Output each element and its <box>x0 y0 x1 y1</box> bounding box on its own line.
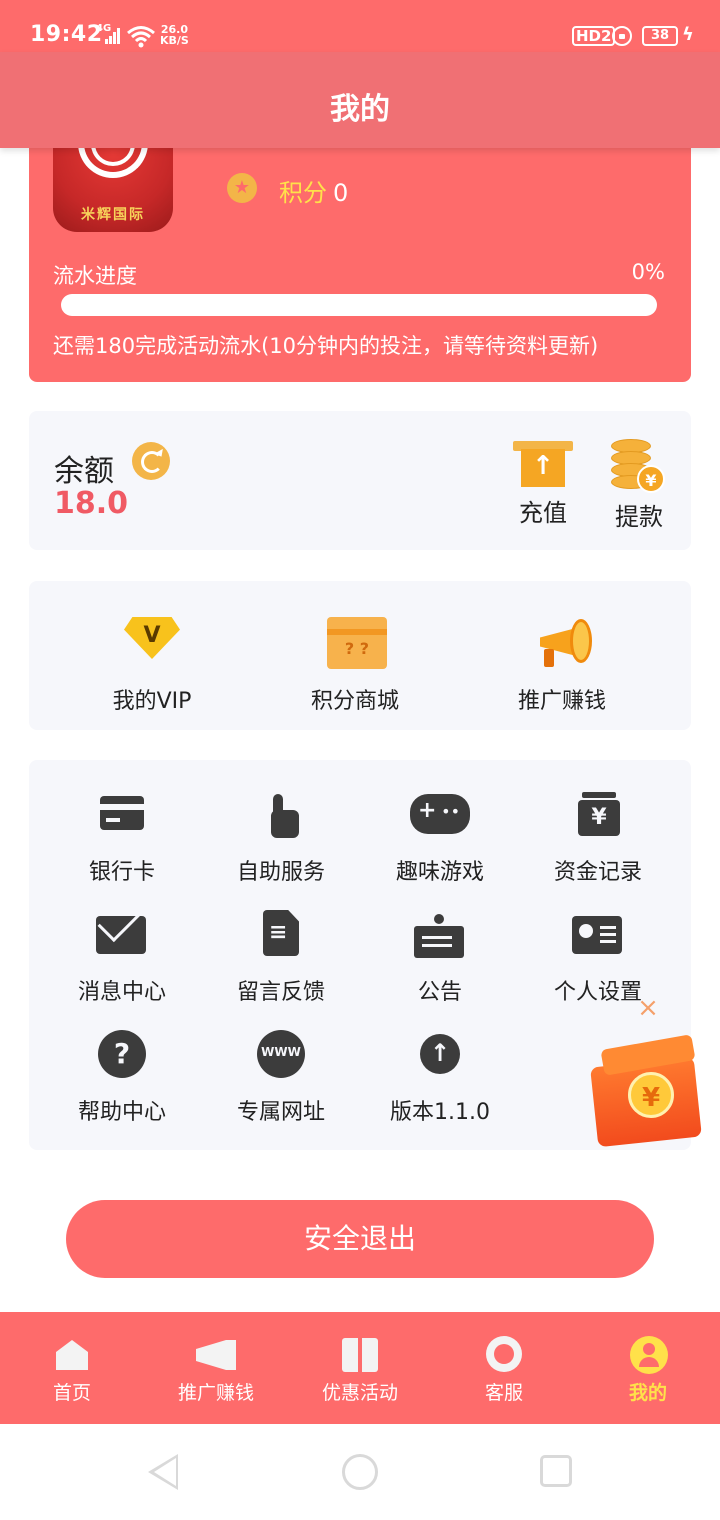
tab-promotions[interactable]: 优惠活动 <box>288 1312 432 1424</box>
my-vip-label: 我的VIP <box>112 689 192 714</box>
id-card-icon <box>572 910 622 958</box>
tab-mine[interactable]: 我的 <box>576 1312 720 1424</box>
menu-label: 消息中心 <box>77 980 166 1005</box>
system-nav-bar <box>0 1424 720 1520</box>
menu-feedback[interactable]: 留言反馈 <box>201 910 361 1006</box>
bottom-tab-bar: 首页 推广赚钱 优惠活动 客服 我的 <box>0 1312 720 1424</box>
status-time: 19:42 <box>30 22 103 47</box>
menu-version[interactable]: ↑ 版本1.1.0 <box>360 1030 520 1126</box>
gamepad-icon <box>410 790 470 838</box>
megaphone-icon <box>530 609 594 673</box>
tab-label: 优惠活动 <box>321 1382 398 1404</box>
menu-label: 自助服务 <box>236 860 325 885</box>
menu-label: 帮助中心 <box>77 1100 166 1125</box>
balance-value: 18.0 <box>54 486 129 521</box>
home-circle-icon[interactable] <box>342 1454 378 1490</box>
promo-close-icon[interactable]: × <box>636 995 660 1021</box>
charging-icon: ϟ <box>682 24 694 45</box>
points-display: 积分 0 <box>279 173 348 208</box>
menu-label: 公告 <box>417 980 462 1005</box>
promote-label: 推广赚钱 <box>517 689 606 714</box>
page-title: 我的 <box>330 92 390 127</box>
progress-label: 流水进度 <box>53 264 137 288</box>
mail-icon <box>96 910 146 958</box>
balance-card: 余额 18.0 充值 ¥ 提款 <box>29 411 691 550</box>
rotation-lock-icon <box>612 26 632 46</box>
tab-label: 我的 <box>628 1382 667 1404</box>
withdraw-label: 提款 <box>615 503 663 531</box>
points-label: 积分 <box>279 179 327 207</box>
vip-diamond-icon <box>120 609 184 673</box>
progress-bar <box>61 294 657 316</box>
edit-doc-icon <box>257 910 305 958</box>
star-icon: ★ <box>227 173 257 203</box>
menu-label: 版本1.1.0 <box>390 1100 490 1125</box>
progress-note: 还需180完成活动流水(10分钟内的投注，请等待资料更新) <box>53 334 599 358</box>
recharge-label: 充值 <box>519 499 567 527</box>
bank-card-icon <box>98 790 146 838</box>
menu-help-center[interactable]: ? 帮助中心 <box>42 1030 202 1126</box>
tab-label: 客服 <box>484 1382 523 1404</box>
hd-badge: HD2 <box>572 26 616 46</box>
wifi-icon <box>127 26 155 48</box>
menu-personal-settings[interactable]: 个人设置 <box>518 910 678 1006</box>
tab-label: 首页 <box>52 1382 91 1404</box>
progress-percent: 0% <box>631 260 665 284</box>
menu-label: 留言反馈 <box>236 980 325 1005</box>
menu-bank-card[interactable]: 银行卡 <box>42 790 202 886</box>
coins-icon: ¥ <box>611 439 667 495</box>
menu-label: 趣味游戏 <box>395 860 484 885</box>
menu-games[interactable]: 趣味游戏 <box>360 790 520 886</box>
megaphone-icon <box>196 1334 236 1374</box>
help-icon: ? <box>98 1030 146 1078</box>
logout-button[interactable]: 安全退出 <box>66 1200 654 1278</box>
battery-icon: 38 <box>642 26 678 46</box>
upload-icon: ↑ <box>416 1030 464 1078</box>
user-icon <box>628 1334 668 1374</box>
gift-box-icon <box>323 609 387 673</box>
menu-label: 专属网址 <box>236 1100 325 1125</box>
avatar-logo-text: 米辉国际 <box>81 207 145 223</box>
globe-www-icon <box>257 1030 305 1078</box>
back-icon-inner <box>154 1458 176 1486</box>
tab-home[interactable]: 首页 <box>0 1312 144 1424</box>
page-header: 我的 <box>0 52 720 148</box>
signal-bars-icon <box>105 28 121 44</box>
menu-self-service[interactable]: 自助服务 <box>201 790 361 886</box>
my-vip-button[interactable]: 我的VIP <box>72 609 232 715</box>
points-value: 0 <box>333 179 349 207</box>
recent-apps-icon[interactable] <box>540 1455 572 1487</box>
hand-pointer-icon <box>257 790 305 838</box>
atm-icon <box>513 441 573 487</box>
promote-button[interactable]: 推广赚钱 <box>482 609 642 715</box>
points-shop-button[interactable]: 积分商城 <box>275 609 435 715</box>
menu-label: 银行卡 <box>88 860 155 885</box>
net-speed: 26.0 KB/S <box>160 24 189 46</box>
money-box-icon: ¥ <box>574 790 622 838</box>
promo-coin-icon: ¥ <box>628 1072 674 1118</box>
notice-board-icon <box>414 910 464 958</box>
recharge-button[interactable]: 充值 <box>503 411 583 550</box>
net-speed-unit: KB/S <box>160 34 189 47</box>
refresh-icon[interactable] <box>132 442 170 480</box>
tab-label: 推广赚钱 <box>177 1382 254 1404</box>
tab-customer-service[interactable]: 客服 <box>432 1312 576 1424</box>
floating-promo[interactable]: × ¥ <box>588 995 712 1152</box>
tab-promote[interactable]: 推广赚钱 <box>144 1312 288 1424</box>
status-bar: 19:42 4G 26.0 KB/S HD2 38 ϟ <box>0 0 720 52</box>
gift-icon <box>340 1334 380 1374</box>
withdraw-button[interactable]: ¥ 提款 <box>599 411 679 550</box>
headset-icon <box>484 1334 524 1374</box>
menu-announcement[interactable]: 公告 <box>360 910 520 1006</box>
menu-label: 资金记录 <box>553 860 642 885</box>
features-card: 我的VIP 积分商城 推广赚钱 <box>29 581 691 730</box>
balance-label: 余额 <box>54 454 114 489</box>
menu-messages[interactable]: 消息中心 <box>42 910 202 1006</box>
menu-fund-records[interactable]: ¥ 资金记录 <box>518 790 678 886</box>
menu-exclusive-url[interactable]: 专属网址 <box>201 1030 361 1126</box>
home-icon <box>52 1334 92 1374</box>
points-shop-label: 积分商城 <box>310 689 399 714</box>
